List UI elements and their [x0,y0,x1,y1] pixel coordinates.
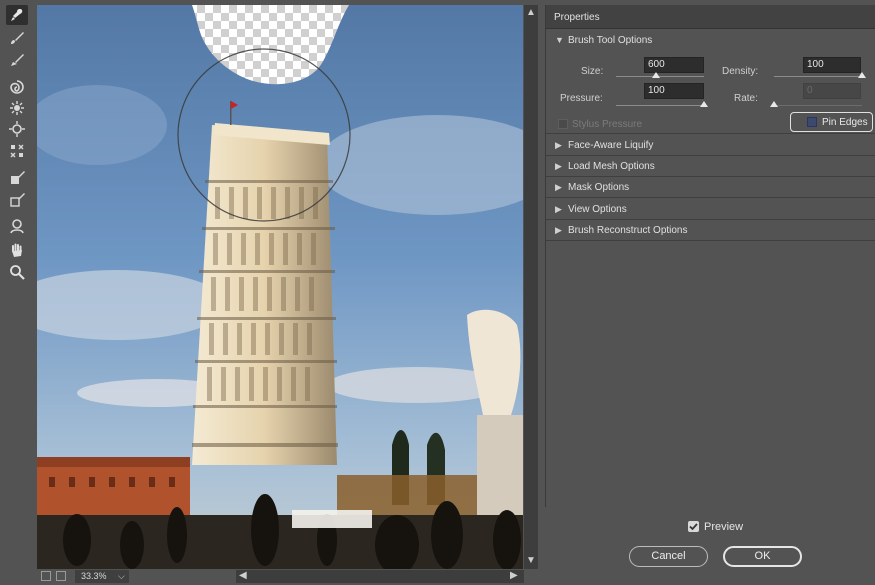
rate-field[interactable]: 0 [803,83,861,99]
tools-panel [0,0,33,585]
size-slider[interactable] [616,76,704,77]
density-field[interactable]: 100 [803,57,861,73]
panel-header: Properties [546,5,875,29]
cancel-button[interactable]: Cancel [629,546,708,567]
smooth-tool[interactable] [6,50,28,70]
pressure-slider-thumb[interactable] [700,101,708,107]
face-tool[interactable] [6,216,28,236]
section-label: Load Mesh Options [568,161,655,172]
section-label: Mask Options [568,182,630,193]
forward-warp-tool[interactable] [6,5,28,25]
preview-image [37,5,523,569]
density-slider-thumb[interactable] [858,72,866,78]
push-left-tool[interactable] [6,141,28,161]
scroll-right-icon[interactable]: ▶ [510,571,518,581]
section-face-aware-liquify[interactable]: ▶ Face-Aware Liquify [546,135,875,156]
twirl-tool[interactable] [6,77,28,97]
disclosure-closed-icon[interactable]: ▶ [555,182,562,193]
pin-edges-checkbox[interactable] [807,117,817,127]
rate-slider[interactable] [774,105,862,106]
face-tool-icon [10,219,24,234]
preview-checkbox[interactable] [688,521,699,532]
pressure-label: Pressure: [560,93,603,104]
checkmark-icon [689,523,698,531]
section-label: View Options [568,204,627,215]
pressure-field[interactable]: 100 [644,83,704,99]
bloat-tool[interactable] [6,119,28,139]
scroll-left-icon[interactable]: ◀ [239,571,247,581]
scroll-up-icon[interactable]: ▲ [526,8,536,18]
smooth-icon [11,54,24,66]
vertical-scrollbar[interactable]: ▲ ▼ [524,5,538,569]
twirl-icon [10,80,24,94]
section-brush-reconstruct-options[interactable]: ▶ Brush Reconstruct Options [546,220,875,241]
disclosure-closed-icon[interactable]: ▶ [555,161,562,172]
size-label: Size: [581,66,604,77]
disclosure-closed-icon[interactable]: ▶ [555,204,562,215]
size-field[interactable]: 600 [644,57,704,73]
size-slider-thumb[interactable] [651,72,660,78]
pin-edges-label: Pin Edges [822,117,868,128]
section-view-options[interactable]: ▶ View Options [546,199,875,220]
pressure-slider[interactable] [616,105,704,106]
density-label: Density: [722,66,759,77]
rate-slider-thumb[interactable] [770,101,778,107]
chevron-down-icon[interactable]: ⌵ [118,570,125,583]
bloat-icon [9,121,25,137]
properties-panel: Properties ▼ Brush Tool Options Size: 60… [545,5,875,507]
disclosure-closed-icon[interactable]: ▶ [555,225,562,236]
thaw-mask-icon [10,193,25,207]
forward-warp-icon [11,9,23,21]
zoom-in-icon[interactable] [56,571,66,581]
scroll-down-icon[interactable]: ▼ [526,556,536,566]
freeze-mask-tool[interactable] [6,168,28,188]
section-label: Face-Aware Liquify [568,140,654,151]
section-load-mesh-options[interactable]: ▶ Load Mesh Options [546,156,875,177]
reconstruct-icon [11,32,24,44]
preview-label: Preview [704,521,744,533]
rate-label: Rate: [734,93,758,104]
hand-icon [12,243,22,257]
preview-canvas[interactable] [37,5,523,569]
pin-edges-option[interactable]: Pin Edges [790,112,873,132]
zoom-icon [10,265,25,280]
brush-tool-options: ▼ Brush Tool Options Size: 600 Density: … [546,30,875,134]
thaw-mask-tool[interactable] [6,190,28,210]
panel-title: Properties [554,12,600,23]
disclosure-closed-icon[interactable]: ▶ [555,140,562,151]
hand-tool[interactable] [6,240,28,260]
push-left-icon [10,144,24,158]
density-slider[interactable] [774,76,862,77]
pucker-tool[interactable] [6,98,28,118]
disclosure-open-icon[interactable]: ▼ [555,35,564,45]
zoom-tool[interactable] [6,262,28,282]
zoom-out-icon[interactable] [41,571,51,581]
status-bar: 33.3% ⌵ [37,570,235,584]
section-brush-tool-options[interactable]: Brush Tool Options [568,35,652,46]
section-mask-options[interactable]: ▶ Mask Options [546,177,875,198]
ok-button[interactable]: OK [723,546,802,567]
stylus-pressure-checkbox[interactable] [558,119,568,129]
reconstruct-tool[interactable] [6,28,28,48]
freeze-mask-icon [11,171,25,184]
section-label: Brush Reconstruct Options [568,225,688,236]
stylus-pressure-label: Stylus Pressure [572,119,643,130]
horizontal-scrollbar[interactable]: ◀ ▶ [236,570,524,583]
pucker-icon [10,101,24,115]
